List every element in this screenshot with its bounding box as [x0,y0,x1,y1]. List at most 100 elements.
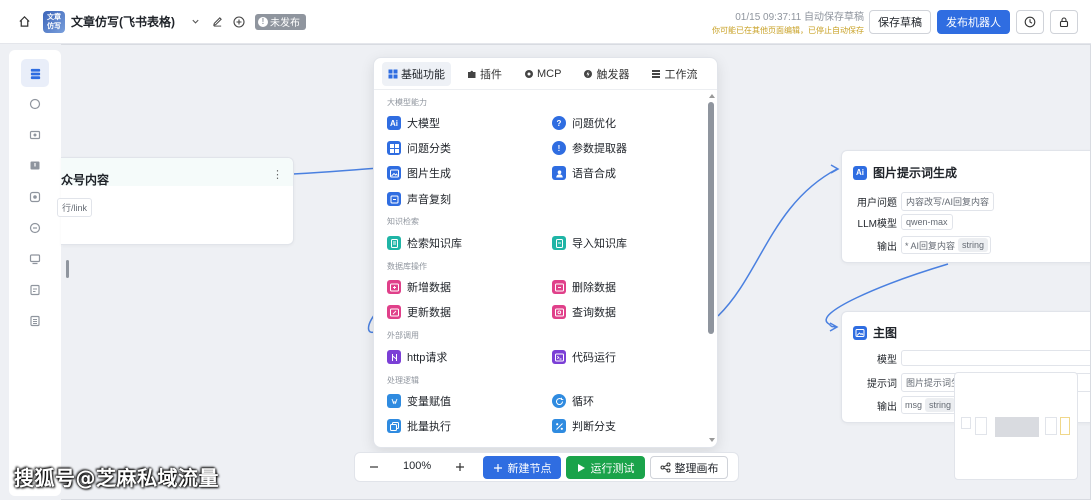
message-rail-icon[interactable] [21,214,49,242]
edit-doc-rail-icon[interactable] [21,276,49,304]
alert-rail-icon[interactable] [21,152,49,180]
item-label: 导入知识库 [572,238,627,250]
field-value: qwen-max [901,214,953,230]
arrange-canvas-button[interactable]: 整理画布 [650,456,728,479]
field-label: LLM模型 [857,218,897,230]
minus-icon [370,466,378,468]
output-type: string [958,238,989,252]
item-llm[interactable]: Ai 大模型 [387,114,440,132]
variable-icon [387,394,401,408]
item-tts[interactable]: 语音合成 [552,164,616,182]
field-label: 提示词 [867,379,897,390]
new-node-button[interactable]: 新建节点 [483,456,561,479]
item-db-update[interactable]: 更新数据 [387,303,451,321]
item-branch[interactable]: 判断分支 [552,417,616,435]
item-question-opt[interactable]: ? 问题优化 [552,114,616,132]
kb-import-icon [552,236,566,250]
settings-rail-icon[interactable] [21,183,49,211]
new-node-label: 新建节点 [507,462,552,475]
item-var-assign[interactable]: 变量赋值 [387,392,451,410]
db-query-icon [552,305,566,319]
left-node-chip: 行/link [57,198,93,217]
field-label: 模型 [877,354,897,366]
item-image-gen[interactable]: 图片生成 [387,164,451,182]
share-icon [660,462,670,473]
main-image-node-title: 主图 [873,326,898,340]
edit-icon[interactable] [207,12,227,32]
batch-icon [387,419,401,433]
item-loop[interactable]: 循环 [552,392,594,410]
workflow-rail-icon[interactable] [21,59,49,87]
section-external: 外部调用 [387,331,419,340]
save-draft-button[interactable]: 保存草稿 [869,10,931,34]
item-kb-import[interactable]: 导入知识库 [552,234,627,252]
tab-trigger[interactable]: 触发器 [577,62,635,86]
item-voice-clone[interactable]: 声音复刻 [387,190,451,208]
item-db-insert[interactable]: 新增数据 [387,278,451,296]
autosave-warning: 你可能已在其他页面编辑，已停止自动保存 [712,26,864,35]
grid-icon [388,69,398,78]
run-test-button[interactable]: 运行测试 [566,456,645,479]
chat-rail-icon[interactable] [21,90,49,118]
scrollbar-thumb[interactable] [708,102,714,334]
mcp-icon [525,69,533,78]
minimap[interactable] [954,372,1078,480]
tab-label: 触发器 [596,68,630,81]
item-label: 语音合成 [572,168,616,180]
output-chip: * AI回复内容 string [901,236,992,254]
item-question-classify[interactable]: 问题分类 [387,139,451,157]
document-rail-icon[interactable] [21,307,49,335]
item-kb-search[interactable]: 检索知识库 [387,234,462,252]
top-bar: 文章 仿写 文章仿写(飞书表格) ! 未发布 01/15 09:37:11 自动保… [0,0,1091,44]
zoom-out-button[interactable] [365,456,383,478]
voice-icon [387,192,401,206]
resize-handle[interactable] [66,260,69,278]
item-label: 删除数据 [572,282,616,294]
item-db-delete[interactable]: 删除数据 [552,278,616,296]
item-http-request[interactable]: http请求 [387,348,447,366]
field-label: 用户问题 [857,198,897,209]
model-select[interactable] [901,350,1091,366]
output-type: string [925,398,956,412]
lock-icon [1059,17,1069,28]
status-badge: ! 未发布 [255,13,306,30]
bottom-toolbar: 100% 新建节点 运行测试 整理画布 [354,452,739,482]
item-param-extractor[interactable]: ! 参数提取器 [552,139,627,157]
publish-bot-button[interactable]: 发布机器人 [937,10,1010,34]
tab-basic[interactable]: 基础功能 [382,61,451,86]
app-logo: 文章 仿写 [43,10,65,33]
history-button[interactable] [1016,10,1044,34]
field-value: 内容改写/AI回复内容 [901,192,995,211]
puzzle-icon [468,70,476,78]
item-label: 查询数据 [572,307,616,319]
tab-mcp[interactable]: MCP [518,62,567,86]
tab-plugin[interactable]: 插件 [461,62,508,86]
output-var: msg [905,400,923,410]
lock-button[interactable] [1050,10,1078,34]
monitor-rail-icon[interactable] [21,245,49,273]
scroll-down-arrow[interactable] [709,438,715,442]
add-circle-icon[interactable] [229,12,249,32]
zoom-in-button[interactable] [451,456,469,478]
item-label: 大模型 [407,118,440,130]
workflow-icon [652,69,661,78]
scroll-up-arrow[interactable] [709,94,715,98]
branch-icon [552,419,566,433]
item-label: 声音复刻 [407,194,451,206]
home-icon[interactable] [11,9,37,35]
image-rail-icon[interactable] [21,121,49,149]
plus-icon [493,463,502,472]
more-icon[interactable]: ⋮ [272,170,283,181]
left-node-card[interactable]: 众号内容 ⋮ 行/link [57,157,294,245]
item-batch[interactable]: 批量执行 [387,417,451,435]
tab-workflow[interactable]: 工作流 [645,62,703,86]
main-image-node-header: 主图 [853,324,897,341]
image-prompt-node[interactable]: Ai 图片提示词生成 用户问题 内容改写/AI回复内容 LLM模型 qwen-m… [841,150,1091,263]
item-db-query[interactable]: 查询数据 [552,303,616,321]
output-chip: msg string [901,396,959,414]
minimap-node [975,417,987,435]
item-label: 批量执行 [407,421,451,433]
chevron-down-icon[interactable] [185,12,205,32]
db-insert-icon [387,280,401,294]
item-code-run[interactable]: 代码运行 [552,348,616,366]
